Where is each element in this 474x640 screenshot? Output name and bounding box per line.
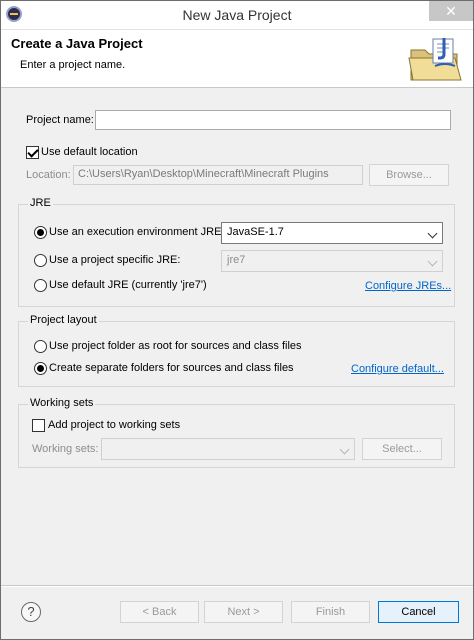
java-project-folder-icon [408, 38, 462, 81]
back-button[interactable]: < Back [120, 601, 199, 623]
add-to-working-sets-checkbox[interactable] [32, 419, 45, 432]
configure-default-link[interactable]: Configure default... [351, 363, 444, 375]
page-message: Enter a project name. [20, 59, 126, 71]
location-input[interactable]: C:\Users\Ryan\Desktop\Minecraft\Minecraf… [73, 165, 363, 185]
close-button[interactable]: ✕ [429, 1, 473, 21]
footer-separator [1, 585, 473, 587]
page-title: Create a Java Project [11, 36, 143, 51]
finish-button[interactable]: Finish [291, 601, 370, 623]
project-specific-jre-select[interactable]: jre7 [221, 250, 443, 272]
new-java-project-dialog: New Java Project ✕ Create a Java Project… [0, 0, 474, 640]
next-button[interactable]: Next > [204, 601, 283, 623]
working-sets-label: Working sets: [32, 443, 99, 455]
project-layout-group-title: Project layout [28, 314, 99, 326]
select-working-sets-button[interactable]: Select... [362, 438, 442, 460]
location-label: Location: [26, 169, 71, 181]
project-layout-group [18, 321, 455, 387]
add-to-working-sets-label: Add project to working sets [48, 419, 181, 431]
project-root-label: Use project folder as root for sources a… [49, 340, 302, 352]
project-name-input[interactable] [95, 110, 451, 130]
browse-button[interactable]: Browse... [369, 164, 449, 186]
separate-folders-label: Create separate folders for sources and … [49, 362, 294, 374]
default-jre-radio[interactable] [34, 279, 47, 292]
use-default-location-checkbox[interactable] [26, 146, 39, 159]
working-sets-select[interactable] [101, 438, 355, 460]
project-root-radio[interactable] [34, 340, 47, 353]
chevron-down-icon [339, 444, 350, 455]
project-name-label: Project name: [26, 114, 94, 126]
project-specific-jre-value: jre7 [227, 254, 246, 266]
working-sets-group-title: Working sets [28, 397, 96, 409]
window-title: New Java Project [182, 7, 292, 23]
use-default-location-label: Use default location [41, 146, 138, 158]
separate-folders-radio[interactable] [34, 362, 47, 375]
configure-jres-link[interactable]: Configure JREs... [365, 280, 451, 292]
jre-group-title: JRE [28, 197, 53, 209]
project-specific-jre-label: Use a project specific JRE: [49, 254, 181, 266]
wizard-banner: Create a Java Project Enter a project na… [1, 30, 473, 88]
cancel-button[interactable]: Cancel [378, 601, 459, 623]
exec-env-select[interactable]: JavaSE-1.7 [221, 222, 443, 244]
chevron-down-icon [427, 228, 438, 239]
exec-env-select-value: JavaSE-1.7 [227, 226, 284, 238]
exec-env-jre-label: Use an execution environment JRE: [49, 226, 225, 238]
project-specific-jre-radio[interactable] [34, 254, 47, 267]
chevron-down-icon [427, 256, 438, 267]
default-jre-label: Use default JRE (currently 'jre7') [49, 279, 207, 291]
title-bar[interactable]: New Java Project ✕ [1, 1, 473, 30]
exec-env-jre-radio[interactable] [34, 226, 47, 239]
help-icon[interactable]: ? [21, 602, 41, 622]
